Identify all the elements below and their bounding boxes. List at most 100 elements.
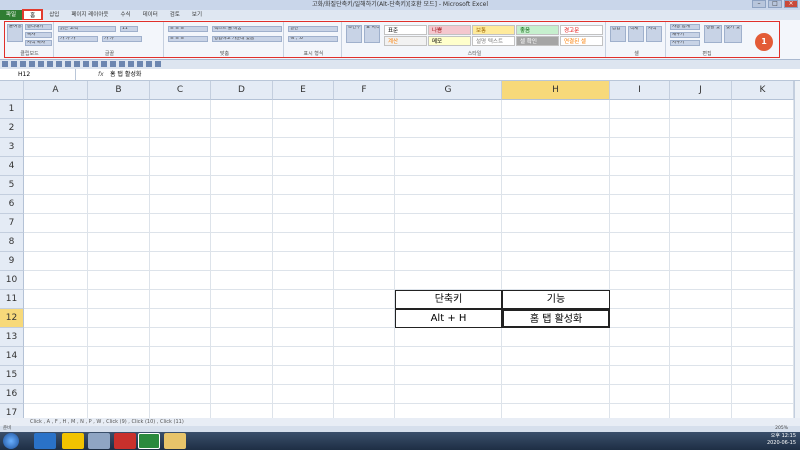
excel-icon[interactable] [138, 433, 160, 449]
row-header-14[interactable]: 14 [0, 347, 24, 366]
column-header-c[interactable]: C [150, 81, 211, 100]
qat-icon[interactable] [83, 61, 89, 67]
cell-style-option[interactable]: 표준 [384, 25, 427, 35]
cell-style-option[interactable]: 설명 텍스트 [472, 36, 515, 46]
row-header-4[interactable]: 4 [0, 157, 24, 176]
tab-review[interactable]: 검토 [164, 10, 186, 20]
row-header-10[interactable]: 10 [0, 271, 24, 290]
row-header-11[interactable]: 11 [0, 290, 24, 309]
number-format-buttons[interactable]: % , .0 [288, 36, 338, 42]
column-header-d[interactable]: D [211, 81, 273, 100]
qat-icon[interactable] [56, 61, 62, 67]
number-format-select[interactable]: 일반 [288, 26, 338, 32]
cut-button[interactable]: 잘라내기 [25, 24, 52, 30]
autosum-button[interactable]: 자동 합계 [670, 24, 700, 30]
select-all-corner[interactable] [0, 81, 24, 100]
qat-icon[interactable] [155, 61, 161, 67]
cell-style-option[interactable]: 연결된 셀 [560, 36, 603, 46]
qat-icon[interactable] [74, 61, 80, 67]
row-header-13[interactable]: 13 [0, 328, 24, 347]
wrap-text-button[interactable]: 텍스트 줄 바꿈 [212, 26, 282, 32]
qat-icon[interactable] [110, 61, 116, 67]
column-header-j[interactable]: J [670, 81, 732, 100]
column-header-b[interactable]: B [88, 81, 150, 100]
minimize-button[interactable]: – [752, 0, 766, 8]
fill-button[interactable]: 채우기 [670, 32, 700, 38]
spreadsheet-grid[interactable]: A B C D E F G H I J K 1 2 3 4 5 6 7 8 9 10 11 12 13 14 15 16 17 단축키 기… [0, 81, 800, 418]
table-header-function[interactable]: 기능 [502, 290, 610, 309]
qat-icon[interactable] [92, 61, 98, 67]
row-header-6[interactable]: 6 [0, 195, 24, 214]
qat-icon[interactable] [101, 61, 107, 67]
row-header-7[interactable]: 7 [0, 214, 24, 233]
qat-icon[interactable] [11, 61, 17, 67]
row-header-9[interactable]: 9 [0, 252, 24, 271]
font-color-buttons[interactable]: 가 가 [102, 36, 142, 42]
cell-style-option[interactable]: 계산 [384, 36, 427, 46]
close-button[interactable]: × [784, 0, 798, 8]
cell-style-option[interactable]: 좋음 [516, 25, 559, 35]
qat-icon[interactable] [137, 61, 143, 67]
font-size-select[interactable]: 11 [120, 26, 138, 32]
name-box[interactable]: H12 [0, 69, 76, 80]
font-style-buttons[interactable]: 가 가 가 [58, 36, 98, 42]
paste-button[interactable]: 붙여넣기 [7, 24, 23, 42]
tab-data[interactable]: 데이터 [137, 10, 164, 20]
ie-icon[interactable] [34, 433, 56, 449]
qat-icon[interactable] [128, 61, 134, 67]
clock[interactable]: 오후 12:15 2020-06-15 [767, 433, 796, 447]
cell-style-option[interactable]: 경고문 [560, 25, 603, 35]
table-cell-shortcut[interactable]: Alt + H [395, 309, 502, 328]
qat-icon[interactable] [65, 61, 71, 67]
format-table-button[interactable]: 표 서식 [364, 25, 380, 43]
horizontal-align-buttons[interactable]: ≡ ≡ ≡ [168, 36, 208, 42]
qat-icon[interactable] [2, 61, 8, 67]
table-cell-function[interactable]: 홈 탭 활성화 [502, 309, 610, 328]
formula-input[interactable]: 홈 탭 활성화 [110, 69, 141, 80]
folder-icon[interactable] [164, 433, 186, 449]
table-header-shortcut[interactable]: 단축키 [395, 290, 502, 309]
qat-icon[interactable] [29, 61, 35, 67]
row-header-16[interactable]: 16 [0, 385, 24, 404]
row-header-8[interactable]: 8 [0, 233, 24, 252]
fx-icon[interactable]: fx [98, 69, 104, 80]
cell-style-option[interactable]: 나쁨 [428, 25, 471, 35]
start-button[interactable] [3, 433, 19, 449]
qat-icon[interactable] [146, 61, 152, 67]
row-header-12[interactable]: 12 [0, 309, 24, 328]
copy-button[interactable]: 복사 [25, 32, 52, 38]
conditional-format-button[interactable]: 조건부 서식 [346, 25, 362, 43]
vertical-scrollbar[interactable] [794, 81, 800, 418]
delete-cells-button[interactable]: 삭제 [628, 26, 644, 42]
row-header-1[interactable]: 1 [0, 100, 24, 119]
sort-filter-button[interactable]: 정렬 및 필터 [704, 25, 722, 43]
row-header-5[interactable]: 5 [0, 176, 24, 195]
row-header-2[interactable]: 2 [0, 119, 24, 138]
tab-page-layout[interactable]: 페이지 레이아웃 [65, 10, 114, 20]
tab-formulas[interactable]: 수식 [114, 10, 136, 20]
clear-button[interactable]: 지우기 [670, 40, 700, 46]
acrobat-icon[interactable] [114, 433, 136, 449]
cell-style-option[interactable]: 메모 [428, 36, 471, 46]
tab-insert[interactable]: 삽입 [43, 10, 65, 20]
maximize-button[interactable]: □ [768, 0, 782, 8]
column-header-a[interactable]: A [24, 81, 88, 100]
column-header-e[interactable]: E [273, 81, 334, 100]
file-app-icon[interactable] [88, 433, 110, 449]
column-header-k[interactable]: K [732, 81, 794, 100]
format-cells-button[interactable]: 서식 [646, 26, 662, 42]
cell-style-option[interactable]: 보통 [472, 25, 515, 35]
qat-icon[interactable] [20, 61, 26, 67]
font-name-select[interactable]: 맑은 고딕 [58, 26, 116, 32]
chat-app-icon[interactable] [62, 433, 84, 449]
row-header-15[interactable]: 15 [0, 366, 24, 385]
column-header-i[interactable]: I [610, 81, 670, 100]
qat-icon[interactable] [119, 61, 125, 67]
tab-file[interactable]: 파일 [0, 10, 23, 20]
find-select-button[interactable]: 찾기 및 선택 [724, 25, 742, 43]
qat-icon[interactable] [38, 61, 44, 67]
row-header-17[interactable]: 17 [0, 404, 24, 418]
column-header-g[interactable]: G [395, 81, 502, 100]
format-painter-button[interactable]: 서식 복사 [25, 40, 52, 46]
column-header-f[interactable]: F [334, 81, 395, 100]
